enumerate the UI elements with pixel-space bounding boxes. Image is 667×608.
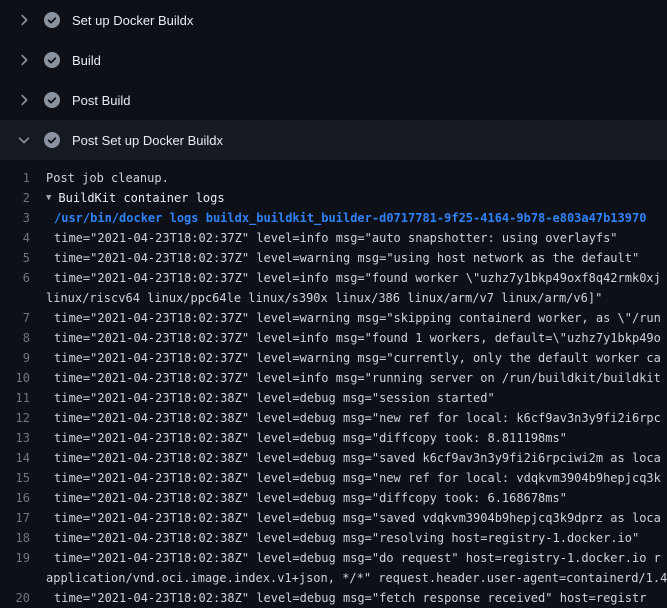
line-number[interactable]: 3 bbox=[0, 208, 46, 228]
step-log-output: 1 Post job cleanup. 2 ▼ BuildKit contain… bbox=[0, 160, 667, 608]
log-line: 6 time="2021-04-23T18:02:37Z" level=info… bbox=[0, 268, 667, 288]
log-line: 9 time="2021-04-23T18:02:37Z" level=warn… bbox=[0, 348, 667, 368]
line-number[interactable]: 14 bbox=[0, 448, 46, 468]
log-text: time="2021-04-23T18:02:37Z" level=warnin… bbox=[46, 308, 667, 328]
chevron-right-icon bbox=[16, 12, 32, 28]
check-circle-icon bbox=[44, 92, 60, 108]
step-post-build[interactable]: Post Build bbox=[0, 80, 667, 120]
log-text: time="2021-04-23T18:02:38Z" level=debug … bbox=[46, 408, 667, 428]
log-text: linux/riscv64 linux/ppc64le linux/s390x … bbox=[46, 288, 667, 308]
log-text: time="2021-04-23T18:02:38Z" level=debug … bbox=[46, 388, 667, 408]
group-expand-icon[interactable]: ▼ bbox=[46, 188, 51, 208]
log-text: time="2021-04-23T18:02:37Z" level=warnin… bbox=[46, 248, 667, 268]
step-setup-docker-buildx[interactable]: Set up Docker Buildx bbox=[0, 0, 667, 40]
line-number[interactable]: 18 bbox=[0, 528, 46, 548]
log-line: 16 time="2021-04-23T18:02:38Z" level=deb… bbox=[0, 488, 667, 508]
log-line: 5 time="2021-04-23T18:02:37Z" level=warn… bbox=[0, 248, 667, 268]
line-number[interactable]: 7 bbox=[0, 308, 46, 328]
log-text: application/vnd.oci.image.index.v1+json,… bbox=[46, 568, 667, 588]
step-post-setup-docker-buildx[interactable]: Post Set up Docker Buildx bbox=[0, 120, 667, 160]
log-line: 10 time="2021-04-23T18:02:37Z" level=inf… bbox=[0, 368, 667, 388]
line-number[interactable]: 5 bbox=[0, 248, 46, 268]
log-text: time="2021-04-23T18:02:38Z" level=debug … bbox=[46, 588, 667, 608]
line-number bbox=[0, 288, 46, 308]
line-number[interactable]: 19 bbox=[0, 548, 46, 568]
line-number[interactable]: 10 bbox=[0, 368, 46, 388]
line-number[interactable]: 1 bbox=[0, 168, 46, 188]
log-text: time="2021-04-23T18:02:38Z" level=debug … bbox=[46, 468, 667, 488]
log-line-wrap-continuation: application/vnd.oci.image.index.v1+json,… bbox=[0, 568, 667, 588]
check-circle-icon bbox=[44, 132, 60, 148]
step-build[interactable]: Build bbox=[0, 40, 667, 80]
log-text: time="2021-04-23T18:02:38Z" level=debug … bbox=[46, 428, 667, 448]
log-text: time="2021-04-23T18:02:38Z" level=debug … bbox=[46, 448, 667, 468]
log-line: 17 time="2021-04-23T18:02:38Z" level=deb… bbox=[0, 508, 667, 528]
log-text: time="2021-04-23T18:02:37Z" level=info m… bbox=[46, 328, 667, 348]
line-number[interactable]: 11 bbox=[0, 388, 46, 408]
log-line: 11 time="2021-04-23T18:02:38Z" level=deb… bbox=[0, 388, 667, 408]
log-group-title: BuildKit container logs bbox=[58, 188, 667, 208]
check-circle-icon bbox=[44, 12, 60, 28]
log-line: 18 time="2021-04-23T18:02:38Z" level=deb… bbox=[0, 528, 667, 548]
line-number[interactable]: 8 bbox=[0, 328, 46, 348]
log-line-command: 3 /usr/bin/docker logs buildx_buildkit_b… bbox=[0, 208, 667, 228]
log-text: time="2021-04-23T18:02:37Z" level=warnin… bbox=[46, 348, 667, 368]
log-line: 19 time="2021-04-23T18:02:38Z" level=deb… bbox=[0, 548, 667, 568]
log-text: time="2021-04-23T18:02:38Z" level=debug … bbox=[46, 488, 667, 508]
line-number[interactable]: 13 bbox=[0, 428, 46, 448]
line-number[interactable]: 6 bbox=[0, 268, 46, 288]
log-line: 8 time="2021-04-23T18:02:37Z" level=info… bbox=[0, 328, 667, 348]
line-number[interactable]: 16 bbox=[0, 488, 46, 508]
log-command-text: /usr/bin/docker logs buildx_buildkit_bui… bbox=[46, 208, 667, 228]
step-label: Set up Docker Buildx bbox=[72, 13, 193, 28]
log-line: 1 Post job cleanup. bbox=[0, 168, 667, 188]
chevron-right-icon bbox=[16, 52, 32, 68]
log-text: time="2021-04-23T18:02:38Z" level=debug … bbox=[46, 528, 667, 548]
log-text: time="2021-04-23T18:02:38Z" level=debug … bbox=[46, 508, 667, 528]
line-number[interactable]: 17 bbox=[0, 508, 46, 528]
log-text: Post job cleanup. bbox=[46, 168, 667, 188]
line-number[interactable]: 4 bbox=[0, 228, 46, 248]
log-text: time="2021-04-23T18:02:38Z" level=debug … bbox=[46, 548, 667, 568]
step-label: Post Set up Docker Buildx bbox=[72, 133, 223, 148]
log-line: 14 time="2021-04-23T18:02:38Z" level=deb… bbox=[0, 448, 667, 468]
log-text: time="2021-04-23T18:02:37Z" level=info m… bbox=[46, 228, 667, 248]
log-group-header[interactable]: 2 ▼ BuildKit container logs bbox=[0, 188, 667, 208]
step-label: Post Build bbox=[72, 93, 131, 108]
log-line: 4 time="2021-04-23T18:02:37Z" level=info… bbox=[0, 228, 667, 248]
log-line: 12 time="2021-04-23T18:02:38Z" level=deb… bbox=[0, 408, 667, 428]
step-label: Build bbox=[72, 53, 101, 68]
workflow-steps-panel: Set up Docker Buildx Build Post Build Po… bbox=[0, 0, 667, 608]
log-line: 13 time="2021-04-23T18:02:38Z" level=deb… bbox=[0, 428, 667, 448]
line-number bbox=[0, 568, 46, 588]
chevron-right-icon bbox=[16, 92, 32, 108]
log-line: 7 time="2021-04-23T18:02:37Z" level=warn… bbox=[0, 308, 667, 328]
line-number[interactable]: 15 bbox=[0, 468, 46, 488]
line-number[interactable]: 9 bbox=[0, 348, 46, 368]
check-circle-icon bbox=[44, 52, 60, 68]
line-number[interactable]: 12 bbox=[0, 408, 46, 428]
log-line: 15 time="2021-04-23T18:02:38Z" level=deb… bbox=[0, 468, 667, 488]
chevron-down-icon bbox=[16, 132, 32, 148]
log-line: 20 time="2021-04-23T18:02:38Z" level=deb… bbox=[0, 588, 667, 608]
log-line-wrap-continuation: linux/riscv64 linux/ppc64le linux/s390x … bbox=[0, 288, 667, 308]
line-number[interactable]: 2 bbox=[0, 188, 46, 208]
line-number[interactable]: 20 bbox=[0, 588, 46, 608]
log-text: time="2021-04-23T18:02:37Z" level=info m… bbox=[46, 368, 667, 388]
log-text: time="2021-04-23T18:02:37Z" level=info m… bbox=[46, 268, 667, 288]
